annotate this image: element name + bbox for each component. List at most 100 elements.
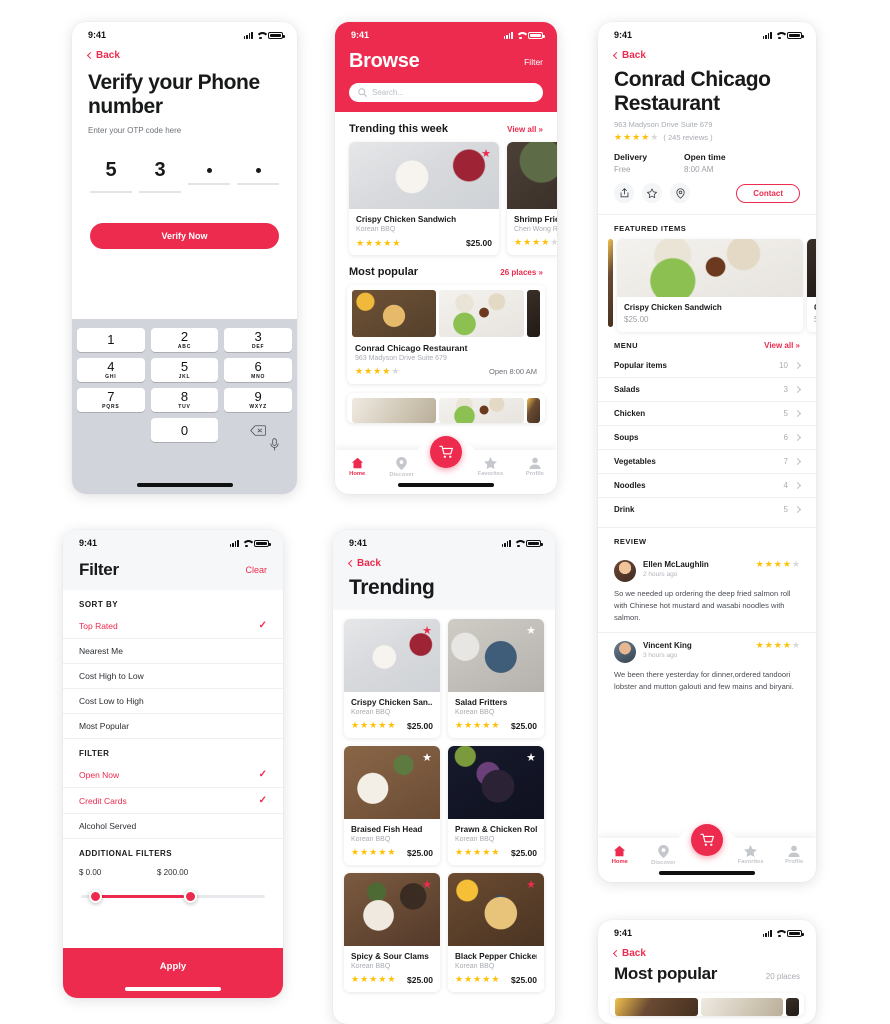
info-columns: Delivery Free Open time 8:00 AM bbox=[598, 142, 816, 174]
food-card[interactable]: ★ Braised Fish Head Korean BBQ ★ ★ ★ ★ ★ $25… bbox=[344, 745, 440, 865]
popular-places-link[interactable]: 26 places » bbox=[500, 268, 543, 277]
status-time: 9:41 bbox=[79, 538, 98, 548]
key-4[interactable]: 4 GHI bbox=[77, 358, 145, 382]
key-2[interactable]: 2 ABC bbox=[150, 328, 219, 352]
verify-now-button[interactable]: Verify Now bbox=[90, 222, 279, 249]
home-indicator bbox=[125, 987, 221, 991]
slider-knob-min[interactable] bbox=[89, 890, 102, 903]
otp-underline-4 bbox=[237, 183, 279, 185]
trending-carousel[interactable]: ★ Crispy Chicken Sandwich Korean BBQ ★ ★ ★… bbox=[335, 142, 557, 255]
tab-discover[interactable]: Discover bbox=[379, 456, 423, 478]
tab-favorites[interactable]: Favorites bbox=[729, 845, 773, 865]
sort-options-list: Top Rated ✓ Nearest Me Cost High to Low … bbox=[63, 613, 283, 738]
menu-view-all-link[interactable]: View all » bbox=[764, 341, 800, 350]
apply-button[interactable]: Apply bbox=[63, 948, 283, 998]
key-7[interactable]: 7 PQRS bbox=[77, 388, 145, 412]
back-button[interactable]: Back bbox=[598, 44, 816, 61]
price-range-slider[interactable] bbox=[81, 889, 265, 903]
key-6[interactable]: 6 MNO bbox=[224, 358, 292, 382]
wifi-icon bbox=[516, 32, 525, 39]
featured-card[interactable]: Crispy Chicken Sandwich $25.00 bbox=[617, 239, 803, 333]
tab-discover[interactable]: Discover bbox=[642, 844, 686, 866]
sort-option-cost-high-low[interactable]: Cost High to Low bbox=[63, 664, 283, 688]
food-card[interactable]: Shrimp Fried Chen Wong R... ★★★★★ bbox=[507, 142, 557, 255]
restaurant-card-footer: ★ ★ ★ ★ ★ Open 8:00 AM bbox=[355, 367, 537, 377]
key-1[interactable]: 1 bbox=[77, 328, 145, 352]
status-bar: 9:41 bbox=[63, 530, 283, 552]
red-star-icon[interactable]: ★ bbox=[422, 625, 432, 637]
otp-cell-3[interactable] bbox=[188, 159, 230, 193]
cart-fab-button[interactable] bbox=[430, 436, 462, 468]
key-8[interactable]: 8 TUV bbox=[150, 388, 219, 412]
tab-profile[interactable]: Profile bbox=[772, 845, 816, 865]
white-star-icon[interactable]: ★ bbox=[422, 752, 432, 764]
menu-item-name: Popular items bbox=[614, 361, 667, 371]
menu-row[interactable]: Soups 6 bbox=[598, 426, 816, 449]
backspace-icon[interactable] bbox=[224, 418, 292, 442]
restaurant-card[interactable]: Conrad Chicago Restaurant 963 Madyson Dr… bbox=[347, 285, 545, 384]
filter-button[interactable]: Filter bbox=[524, 57, 543, 67]
sort-option-cost-low-high[interactable]: Cost Low to High bbox=[63, 689, 283, 713]
share-button[interactable] bbox=[614, 183, 634, 204]
tab-discover-label: Discover bbox=[651, 859, 676, 866]
restaurant-card[interactable] bbox=[610, 993, 804, 1016]
menu-row[interactable]: Salads 3 bbox=[598, 378, 816, 401]
clear-button[interactable]: Clear bbox=[245, 565, 267, 575]
featured-image bbox=[617, 239, 803, 298]
key-5[interactable]: 5 JKL bbox=[150, 358, 219, 382]
favorite-button[interactable] bbox=[642, 183, 662, 204]
back-button[interactable]: Back bbox=[72, 44, 297, 61]
restaurant-image-2 bbox=[439, 398, 524, 423]
menu-row[interactable]: Chicken 5 bbox=[598, 402, 816, 425]
key-9[interactable]: 9 WXYZ bbox=[224, 388, 292, 412]
featured-items-carousel[interactable]: Crispy Chicken Sandwich $25.00 C $ bbox=[598, 239, 816, 333]
menu-row[interactable]: Popular items 10 bbox=[598, 354, 816, 377]
featured-card-next[interactable]: C $ bbox=[807, 239, 816, 333]
white-star-icon[interactable]: ★ bbox=[526, 752, 536, 764]
sort-option-nearest-me[interactable]: Nearest Me bbox=[63, 639, 283, 663]
popular-heading: Most popular bbox=[349, 266, 419, 278]
filter-option-open-now[interactable]: Open Now ✓ bbox=[63, 762, 283, 787]
microphone-icon[interactable] bbox=[270, 438, 279, 456]
restaurant-card-partial[interactable] bbox=[347, 393, 545, 423]
sort-option-label: Top Rated bbox=[79, 620, 118, 631]
cart-fab-button[interactable] bbox=[691, 824, 723, 856]
food-card[interactable]: ★ Crispy Chicken Sandwich Korean BBQ ★ ★ ★… bbox=[349, 142, 499, 255]
map-button[interactable] bbox=[670, 183, 690, 204]
tab-profile[interactable]: Profile bbox=[513, 457, 557, 477]
red-star-icon[interactable]: ★ bbox=[526, 879, 536, 891]
otp-cell-4[interactable] bbox=[237, 159, 279, 193]
red-star-icon[interactable]: ★ bbox=[481, 149, 491, 160]
contact-button[interactable]: Contact bbox=[736, 183, 800, 203]
tab-favorites[interactable]: Favorites bbox=[468, 457, 512, 477]
red-star-icon[interactable]: ★ bbox=[422, 879, 432, 891]
menu-row[interactable]: Noodles 4 bbox=[598, 474, 816, 497]
food-card[interactable]: ★ Spicy & Sour Clams Korean BBQ ★ ★ ★ ★ ★ $2… bbox=[344, 872, 440, 992]
tab-home-label: Home bbox=[349, 471, 366, 477]
trending-view-all-link[interactable]: View all » bbox=[507, 125, 543, 134]
search-input[interactable]: Search... bbox=[349, 83, 543, 102]
white-star-icon[interactable]: ★ bbox=[526, 625, 536, 637]
otp-cell-1[interactable]: 5 bbox=[90, 159, 132, 193]
back-button[interactable]: Back bbox=[598, 942, 816, 959]
food-card[interactable]: ★ Crispy Chicken San... Korean BBQ ★ ★ ★ ★ ★… bbox=[344, 618, 440, 738]
food-card[interactable]: ★ Salad Fritters Korean BBQ ★ ★ ★ ★ ★ $25.00 bbox=[448, 618, 544, 738]
sort-option-top-rated[interactable]: Top Rated ✓ bbox=[63, 613, 283, 638]
sort-option-most-popular[interactable]: Most Popular bbox=[63, 714, 283, 738]
sort-option-label: Cost High to Low bbox=[79, 671, 144, 681]
key-0[interactable]: 0 bbox=[150, 418, 219, 442]
slider-knob-max[interactable] bbox=[184, 890, 197, 903]
otp-cell-2[interactable]: 3 bbox=[139, 159, 181, 193]
filter-option-alcohol-served[interactable]: Alcohol Served bbox=[63, 814, 283, 838]
menu-row[interactable]: Vegetables 7 bbox=[598, 450, 816, 473]
food-card[interactable]: ★ Black Pepper Chicken Korean BBQ ★ ★ ★ ★ ★ … bbox=[448, 872, 544, 992]
food-card[interactable]: ★ Prawn & Chicken Roll Korean BBQ ★ ★ ★ ★ ★ … bbox=[448, 745, 544, 865]
back-button[interactable]: Back bbox=[333, 552, 555, 569]
filter-option-credit-cards[interactable]: Credit Cards ✓ bbox=[63, 788, 283, 813]
menu-row[interactable]: Drink 5 bbox=[598, 498, 816, 521]
food-image: ★ bbox=[349, 142, 499, 209]
tab-home[interactable]: Home bbox=[598, 845, 642, 865]
key-3[interactable]: 3 DEF bbox=[224, 328, 292, 352]
tab-home[interactable]: Home bbox=[335, 457, 379, 477]
keypad-grid: 1 2 ABC 3 DEF 4 GHI 5 JKL 6 MNO 7 PQRS 8… bbox=[77, 328, 292, 442]
